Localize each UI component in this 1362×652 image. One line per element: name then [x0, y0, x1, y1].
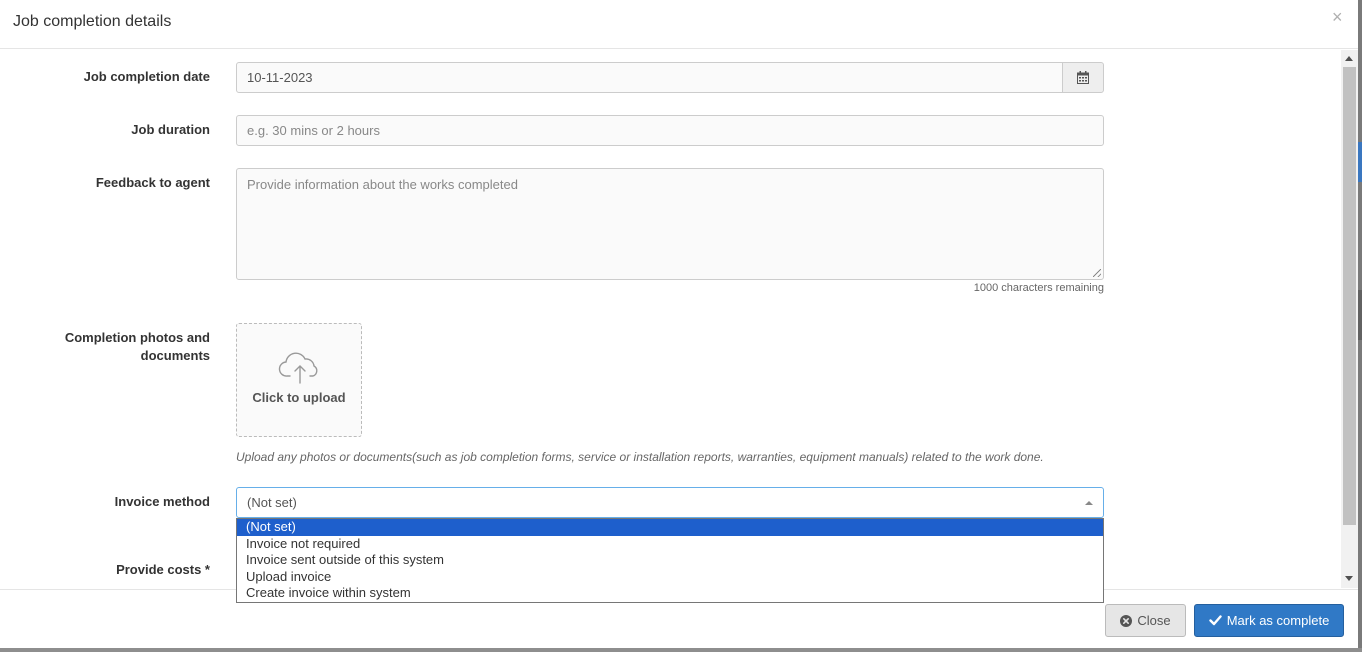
photos-label: Completion photos and documents [0, 329, 210, 365]
upload-help-text: Upload any photos or documents(such as j… [236, 450, 1044, 464]
invoice-option[interactable]: Invoice not required [237, 536, 1103, 553]
upload-label: Click to upload [252, 390, 346, 405]
invoice-method-dropdown[interactable]: (Not set) Invoice not required Invoice s… [236, 518, 1104, 603]
backdrop-bottom [0, 648, 1362, 652]
scroll-down-icon[interactable] [1345, 576, 1353, 581]
photos-label-line1: Completion photos and [64, 330, 210, 345]
check-icon [1209, 615, 1222, 626]
backdrop-edge [1358, 0, 1362, 652]
invoice-method-select[interactable]: (Not set) [236, 487, 1104, 518]
provide-costs-label: Provide costs * [116, 562, 210, 577]
cloud-upload-icon [278, 352, 318, 384]
job-duration-label: Job duration [131, 122, 210, 137]
backdrop-shade [1358, 290, 1362, 340]
mark-complete-label: Mark as complete [1226, 613, 1330, 628]
modal-header: Job completion details × [0, 0, 1358, 49]
invoice-method-value: (Not set) [247, 495, 297, 510]
invoice-option[interactable]: Create invoice within system [237, 585, 1103, 602]
modal-body[interactable]: Job completion date 10-11-2023 Job durat… [0, 49, 1358, 589]
backdrop-accent [1358, 142, 1362, 182]
close-icon[interactable]: × [1332, 7, 1343, 27]
modal-title: Job completion details [13, 13, 172, 30]
completion-date-label: Job completion date [83, 69, 210, 84]
chars-remaining: 1000 characters remaining [973, 282, 1104, 294]
calendar-button[interactable] [1062, 62, 1104, 93]
chevron-up-icon [1085, 501, 1093, 505]
invoice-method-label: Invoice method [114, 494, 210, 509]
mark-complete-button[interactable]: Mark as complete [1194, 604, 1344, 637]
modal-scrollbar[interactable] [1341, 50, 1358, 588]
invoice-option[interactable]: Upload invoice [237, 569, 1103, 586]
invoice-option[interactable]: Invoice sent outside of this system [237, 552, 1103, 569]
job-completion-modal: Job completion details × Job completion … [0, 0, 1358, 648]
photos-label-line2: documents [140, 348, 210, 363]
invoice-option[interactable]: (Not set) [237, 519, 1103, 536]
close-button-label: Close [1137, 613, 1171, 628]
feedback-label: Feedback to agent [95, 175, 210, 190]
upload-dropzone[interactable]: Click to upload [236, 323, 362, 437]
close-button[interactable]: Close [1105, 604, 1186, 637]
scroll-thumb[interactable] [1343, 67, 1356, 525]
times-circle-icon [1120, 614, 1133, 627]
completion-date-input[interactable]: 10-11-2023 [236, 62, 1063, 93]
feedback-textarea[interactable]: Provide information about the works comp… [236, 168, 1104, 280]
job-duration-input[interactable]: e.g. 30 mins or 2 hours [236, 115, 1104, 146]
feedback-placeholder: Provide information about the works comp… [247, 177, 518, 192]
resize-grip-icon[interactable] [1093, 269, 1101, 277]
calendar-icon [1077, 71, 1089, 84]
scroll-up-icon[interactable] [1345, 56, 1353, 61]
